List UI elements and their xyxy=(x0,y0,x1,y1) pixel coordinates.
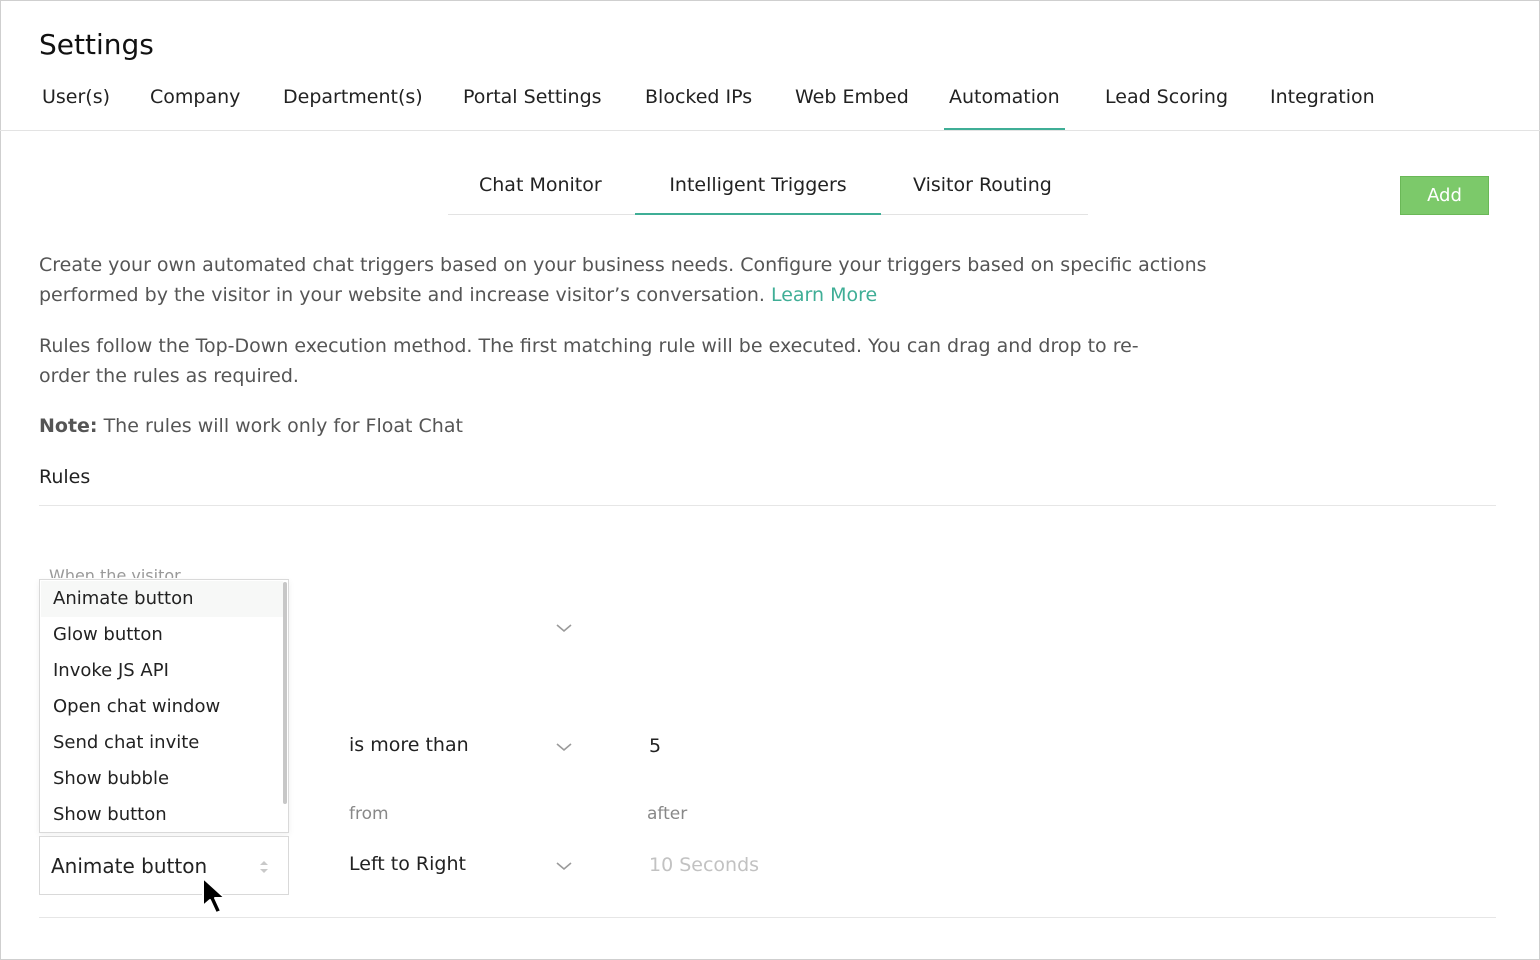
action-dropdown-list: Animate button Glow button Invoke JS API… xyxy=(39,579,289,833)
option-animate-button[interactable]: Animate button xyxy=(41,581,283,617)
chevron-down-icon[interactable] xyxy=(555,741,573,753)
option-show-bubble[interactable]: Show bubble xyxy=(41,761,283,797)
rules-info: Rules follow the Top-Down execution meth… xyxy=(39,331,1139,391)
mouse-pointer-icon xyxy=(200,876,236,916)
subtab-visitor-routing[interactable]: Visitor Routing xyxy=(913,174,1052,214)
when-visitor-label: When the visitor xyxy=(49,566,181,578)
action-select-value: Animate button xyxy=(51,854,208,878)
option-invoke-js-api[interactable]: Invoke JS API xyxy=(41,653,283,689)
add-button[interactable]: Add xyxy=(1400,176,1489,215)
select-arrows-icon xyxy=(259,859,269,875)
description-line-2-wrap: performed by the visitor in your website… xyxy=(39,280,1207,310)
tab-web-embed[interactable]: Web Embed xyxy=(795,86,909,130)
tab-company[interactable]: Company xyxy=(150,86,240,130)
direction-select[interactable]: Left to Right xyxy=(349,853,466,875)
tab-lead-scoring[interactable]: Lead Scoring xyxy=(1105,86,1228,130)
rules-info-line-1: Rules follow the Top-Down execution meth… xyxy=(39,335,1139,357)
learn-more-link[interactable]: Learn More xyxy=(771,284,877,306)
option-open-chat-window[interactable]: Open chat window xyxy=(41,689,283,725)
after-seconds-input[interactable]: 10 Seconds xyxy=(649,854,759,876)
after-label: after xyxy=(647,804,688,824)
note-text: The rules will work only for Float Chat xyxy=(103,415,463,437)
main-tab-bar: Settings User(s) Company Department(s) P… xyxy=(0,0,1540,131)
chevron-down-icon[interactable] xyxy=(555,860,573,872)
description-line-2: performed by the visitor in your website… xyxy=(39,284,765,306)
bottom-divider xyxy=(39,917,1496,918)
note-label: Note: xyxy=(39,415,98,437)
tab-blocked-ips[interactable]: Blocked IPs xyxy=(645,86,752,130)
action-select[interactable]: Animate button xyxy=(39,836,289,895)
dropdown-scrollbar[interactable] xyxy=(283,582,287,804)
rules-heading: Rules xyxy=(39,466,91,488)
chevron-down-icon[interactable] xyxy=(555,622,573,634)
condition-value-input[interactable]: 5 xyxy=(649,735,661,757)
from-label: from xyxy=(349,804,389,824)
description: Create your own automated chat triggers … xyxy=(39,250,1207,310)
tab-departments[interactable]: Department(s) xyxy=(283,86,423,130)
option-show-button[interactable]: Show button xyxy=(41,797,283,833)
subtab-intelligent-triggers[interactable]: Intelligent Triggers xyxy=(635,174,881,215)
subtab-chat-monitor[interactable]: Chat Monitor xyxy=(479,174,602,214)
note: Note: The rules will work only for Float… xyxy=(39,411,463,441)
tab-automation[interactable]: Automation xyxy=(944,86,1065,130)
condition-operator-select[interactable]: is more than xyxy=(349,734,469,756)
option-glow-button[interactable]: Glow button xyxy=(41,617,283,653)
page-title: Settings xyxy=(39,28,154,61)
tab-integration[interactable]: Integration xyxy=(1270,86,1375,130)
description-line-1: Create your own automated chat triggers … xyxy=(39,254,1207,276)
tab-portal-settings[interactable]: Portal Settings xyxy=(463,86,602,130)
rules-info-line-2: order the rules as required. xyxy=(39,365,299,387)
sub-tab-bar: Chat Monitor Intelligent Triggers Visito… xyxy=(448,170,1088,215)
rules-divider xyxy=(39,505,1496,506)
tab-users[interactable]: User(s) xyxy=(42,86,110,130)
option-send-chat-invite[interactable]: Send chat invite xyxy=(41,725,283,761)
